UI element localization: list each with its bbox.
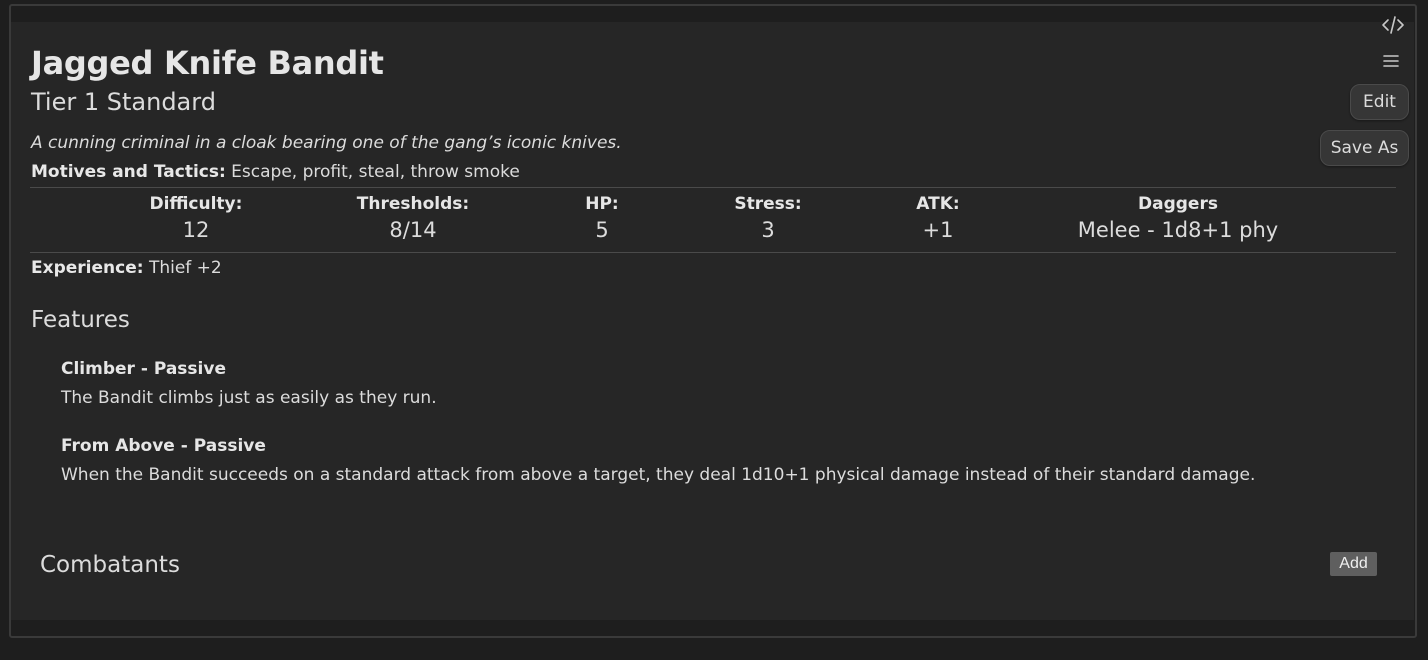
stat-stress: Stress: 3 <box>718 194 818 242</box>
experience-value: Thief +2 <box>148 258 222 278</box>
stat-hp: HP: 5 <box>552 194 652 242</box>
menu-icon[interactable] <box>1382 52 1400 70</box>
adversary-name: Jagged Knife Bandit <box>31 44 384 82</box>
feature-name: Climber - Passive <box>61 359 226 379</box>
motives-and-tactics: Motives and Tactics: Escape, profit, ste… <box>31 162 520 182</box>
stat-difficulty: Difficulty: 12 <box>121 194 271 242</box>
adversary-tier-type: Tier 1 Standard <box>31 88 216 116</box>
stat-atk: ATK: +1 <box>888 194 988 242</box>
feature-description: When the Bandit succeeds on a standard a… <box>61 465 1256 485</box>
stat-value: +1 <box>922 218 954 242</box>
experience: Experience: Thief +2 <box>31 258 222 278</box>
code-icon[interactable] <box>1381 14 1405 36</box>
adversary-card: Jagged Knife Bandit Tier 1 Standard A cu… <box>11 22 1414 620</box>
stat-value: 12 <box>182 218 210 242</box>
stat-value: Melee - 1d8+1 phy <box>1077 218 1279 242</box>
stats-divider-bottom <box>30 252 1396 253</box>
stat-label: Difficulty: <box>149 194 243 214</box>
feature-name: From Above - Passive <box>61 436 266 456</box>
motives-value: Escape, profit, steal, throw smoke <box>231 162 520 182</box>
feature-description: The Bandit climbs just as easily as they… <box>61 388 437 408</box>
edit-button[interactable]: Edit <box>1350 84 1409 120</box>
experience-label: Experience: <box>31 258 144 278</box>
adversary-description: A cunning criminal in a cloak bearing on… <box>31 133 622 153</box>
save-as-button[interactable]: Save As <box>1320 130 1409 166</box>
stats-divider-top <box>30 187 1396 188</box>
stat-label: Thresholds: <box>356 194 470 214</box>
stat-label: Daggers <box>1138 194 1218 214</box>
combatants-heading: Combatants <box>40 552 180 578</box>
stat-weapon: Daggers Melee - 1d8+1 phy <box>1053 194 1303 242</box>
stat-value: 8/14 <box>389 218 437 242</box>
add-combatant-button[interactable]: Add <box>1330 552 1377 576</box>
stat-label: ATK: <box>916 194 960 214</box>
stat-label: Stress: <box>734 194 802 214</box>
stat-label: HP: <box>585 194 619 214</box>
motives-label: Motives and Tactics: <box>31 162 226 182</box>
stat-value: 5 <box>595 218 609 242</box>
features-heading: Features <box>31 307 130 333</box>
stat-thresholds: Thresholds: 8/14 <box>338 194 488 242</box>
stat-value: 3 <box>761 218 775 242</box>
